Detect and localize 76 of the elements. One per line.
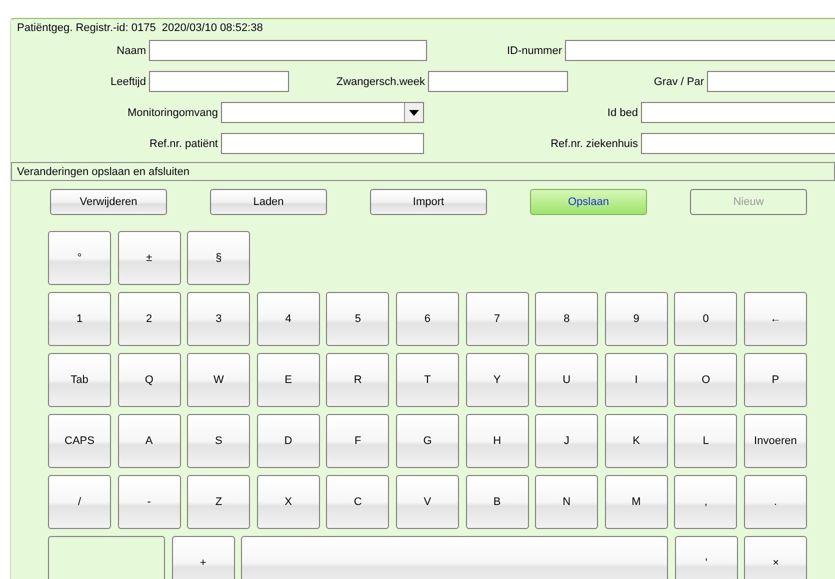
keyboard-key[interactable]: K: [604, 414, 668, 468]
keyboard-key[interactable]: T: [396, 353, 459, 407]
keyboard-key[interactable]: S: [187, 414, 250, 468]
keyboard-key[interactable]: 7: [466, 292, 529, 346]
keyboard-key[interactable]: W: [187, 353, 250, 407]
input-field[interactable]: [149, 71, 289, 92]
action-button[interactable]: Laden: [210, 189, 327, 215]
keyboard-key[interactable]: N: [535, 475, 598, 529]
keyboard-key[interactable]: V: [396, 475, 459, 529]
input-field[interactable]: [221, 133, 424, 154]
keyboard-key[interactable]: +: [172, 536, 235, 579]
keyboard-key[interactable]: M: [604, 475, 668, 529]
keyboard-key[interactable]: E: [256, 353, 320, 407]
keyboard-key[interactable]: ±: [118, 231, 181, 285]
keyboard-key[interactable]: Tab: [48, 353, 111, 407]
field-label: Id bed: [606, 106, 639, 118]
keyboard-key[interactable]: R: [326, 353, 390, 407]
action-button[interactable]: Verwijderen: [50, 189, 167, 215]
keyboard-key[interactable]: Invoeren: [744, 414, 807, 468]
action-button[interactable]: Opslaan: [530, 189, 647, 215]
keyboard-key[interactable]: /: [48, 475, 111, 529]
keyboard-key[interactable]: Z: [187, 475, 250, 529]
keyboard-key[interactable]: P: [744, 353, 807, 407]
input-field[interactable]: [707, 71, 835, 92]
keyboard-key[interactable]: J: [535, 414, 598, 468]
keyboard-key[interactable]: A: [118, 414, 181, 468]
keyboard-key[interactable]: 0: [674, 292, 738, 346]
keyboard-key[interactable]: H: [466, 414, 529, 468]
keyboard-key[interactable]: B: [466, 475, 529, 529]
keyboard-key[interactable]: 1: [48, 292, 111, 346]
keyboard-key[interactable]: -: [118, 475, 181, 529]
keyboard-key[interactable]: 8: [535, 292, 598, 346]
keyboard-key[interactable]: 9: [604, 292, 668, 346]
keyboard-key[interactable]: U: [535, 353, 598, 407]
dropdown-field[interactable]: [221, 102, 424, 123]
keyboard-key[interactable]: O: [674, 353, 738, 407]
keyboard-key[interactable]: 2: [118, 292, 181, 346]
keyboard-key[interactable]: ←: [744, 292, 807, 346]
field-label: Leeftijd: [110, 76, 147, 88]
keyboard-key[interactable]: 3: [187, 292, 250, 346]
keyboard-key[interactable]: Y: [466, 353, 529, 407]
keyboard-key[interactable]: ': [674, 536, 738, 579]
keyboard-key[interactable]: I: [604, 353, 668, 407]
field-label: Grav / Par: [652, 76, 705, 88]
input-field[interactable]: [565, 40, 835, 61]
input-field[interactable]: [641, 102, 835, 123]
keyboard-key[interactable]: C: [326, 475, 390, 529]
field-label: Ref.nr. patiënt: [148, 138, 219, 150]
field-label: Zwangersch.week: [335, 76, 426, 88]
status-bar: Veranderingen opslaan en afsluiten: [11, 162, 835, 181]
field-label: Ref.nr. ziekenhuis: [550, 138, 639, 150]
keyboard-key[interactable]: X: [256, 475, 320, 529]
keyboard-key[interactable]: G: [396, 414, 459, 468]
keyboard-key[interactable]: §: [187, 231, 250, 285]
field-label: ID-nummer: [506, 44, 563, 56]
keyboard-key[interactable]: ,: [674, 475, 738, 529]
field-label: Naam: [116, 44, 147, 56]
input-field[interactable]: [428, 71, 568, 92]
keyboard-key[interactable]: 6: [396, 292, 459, 346]
keyboard-key[interactable]: 5: [326, 292, 390, 346]
keyboard-key[interactable]: D: [256, 414, 320, 468]
keyboard-key[interactable]: °: [48, 231, 111, 285]
keyboard-key[interactable]: 4: [256, 292, 320, 346]
blank-key[interactable]: [48, 536, 165, 579]
input-field[interactable]: [641, 133, 835, 154]
field-label: Monitoringomvang: [126, 106, 219, 118]
keyboard-key[interactable]: CAPS: [48, 414, 111, 468]
keyboard-key[interactable]: F: [326, 414, 390, 468]
action-button[interactable]: Import: [370, 189, 487, 215]
panel-title: Patiëntgeg. Registr.-id: 0175 2020/03/10 08:52:38: [16, 21, 264, 35]
input-field[interactable]: [149, 40, 427, 61]
space-bar[interactable]: [241, 536, 668, 579]
keyboard-key[interactable]: .: [744, 475, 807, 529]
keyboard-key[interactable]: Q: [118, 353, 181, 407]
keyboard-key[interactable]: ×: [744, 536, 808, 579]
keyboard-key[interactable]: L: [674, 414, 738, 468]
